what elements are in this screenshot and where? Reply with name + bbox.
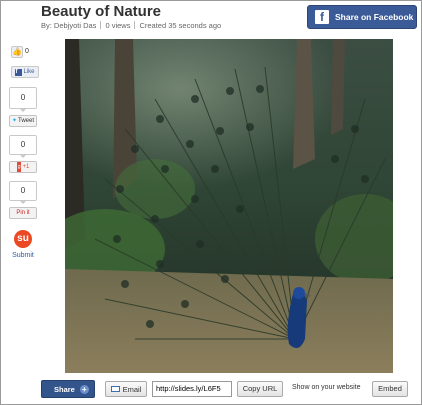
pinterest-count: 0 [9, 181, 37, 204]
google-plus-button[interactable]: g +1 [9, 161, 37, 173]
google-plus-icon: g [16, 162, 22, 172]
like-count: 0 [25, 48, 29, 56]
pin-it-label: Pin it [16, 210, 30, 216]
author-text: By: Debjyoti Das [41, 21, 97, 30]
stumbleupon-icon[interactable]: su [14, 230, 32, 248]
email-label: Email [122, 384, 142, 394]
stumbleupon-widget: su Submit [9, 230, 37, 259]
views-count: 0 views [105, 21, 131, 30]
stumbleupon-submit-link[interactable]: Submit [9, 252, 37, 259]
plus-icon: + [79, 384, 89, 394]
facebook-icon: f [315, 10, 329, 24]
email-button[interactable]: Email [105, 381, 147, 397]
slideshow-widget: Beauty of Nature By: Debjyoti Das 0 views… [0, 0, 422, 405]
google-plus-widget: 0 g +1 [9, 135, 37, 173]
facebook-like-button[interactable]: f Like [11, 66, 39, 78]
pin-it-button[interactable]: Pin it [9, 207, 37, 219]
tweet-button[interactable]: ✦ Tweet [9, 115, 37, 127]
facebook-like-widget: 👍 0 f Like [11, 43, 39, 78]
envelope-icon [110, 386, 120, 392]
show-on-website-label: Show on your website [292, 384, 361, 391]
peacock-photo [65, 39, 393, 373]
bottom-toolbar: Share + Email http://slides.ly/L6F5 Copy… [41, 380, 413, 398]
copy-url-button[interactable]: Copy URL [237, 381, 283, 397]
thumbs-up-icon: 👍 [11, 45, 23, 58]
facebook-icon: f [15, 68, 23, 76]
twitter-bird-icon: ✦ [11, 118, 17, 124]
tweet-label: Tweet [18, 118, 35, 124]
created-time: Created 35 seconds ago [139, 21, 222, 30]
embed-button[interactable]: Embed [372, 381, 408, 397]
pinterest-widget: 0 Pin it [9, 181, 37, 219]
tweet-count: 0 [9, 87, 37, 112]
slideshow-image[interactable] [65, 39, 393, 373]
url-field[interactable]: http://slides.ly/L6F5 [152, 381, 232, 397]
tweet-widget: 0 ✦ Tweet [9, 87, 37, 127]
divider [134, 21, 136, 29]
share-on-facebook-label: Share on Facebook [335, 12, 414, 22]
share-label: Share [54, 384, 75, 394]
google-plus-count: 0 [9, 135, 37, 158]
share-on-facebook-button[interactable]: f Share on Facebook [307, 5, 417, 29]
meta-line: By: Debjyoti Das 0 views Created 35 second… [41, 21, 221, 30]
share-button[interactable]: Share + [41, 380, 95, 398]
google-plus-label: +1 [22, 164, 30, 170]
divider [100, 21, 102, 29]
page-title: Beauty of Nature [41, 3, 162, 20]
like-label: Like [23, 69, 35, 75]
